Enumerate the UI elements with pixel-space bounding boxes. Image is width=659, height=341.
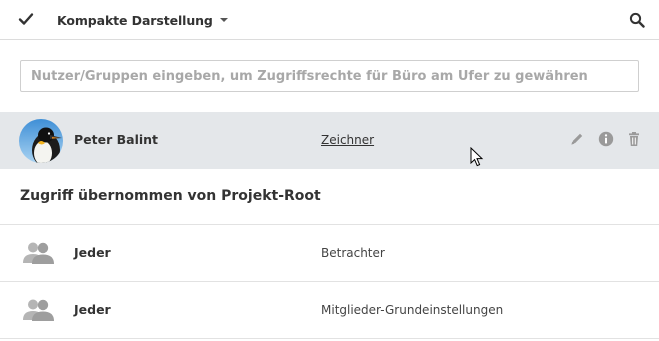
caret-down-icon [219,18,228,22]
share-user-input[interactable] [20,60,639,92]
pencil-icon[interactable] [569,131,585,147]
info-icon[interactable] [598,131,614,147]
checkmark-icon[interactable] [18,11,34,27]
inherited-role: Betrachter [321,246,385,260]
avatar [19,119,63,163]
view-mode-label: Kompakte Darstellung [57,12,213,28]
trash-icon[interactable] [626,131,642,147]
group-icon [23,299,54,321]
search-icon[interactable] [629,12,645,28]
view-mode-dropdown[interactable]: Kompakte Darstellung [57,11,228,29]
member-role-link[interactable]: Zeichner [321,133,374,147]
member-name: Peter Balint [74,132,159,147]
penguin-avatar [19,119,63,163]
inherited-row: Jeder Mitglieder-Grundeinstellungen [0,282,659,339]
inherited-row: Jeder Betrachter [0,225,659,282]
inherited-name: Jeder [74,245,111,260]
member-row[interactable]: Peter Balint Zeichner [0,112,659,169]
inherited-name: Jeder [74,302,111,317]
divider [0,338,659,339]
inherited-section-heading: Zugriff übernommen von Projekt-Root [20,188,321,204]
group-icon [23,242,54,264]
toolbar: Kompakte Darstellung [0,0,659,40]
inherited-role: Mitglieder-Grundeinstellungen [321,303,504,317]
